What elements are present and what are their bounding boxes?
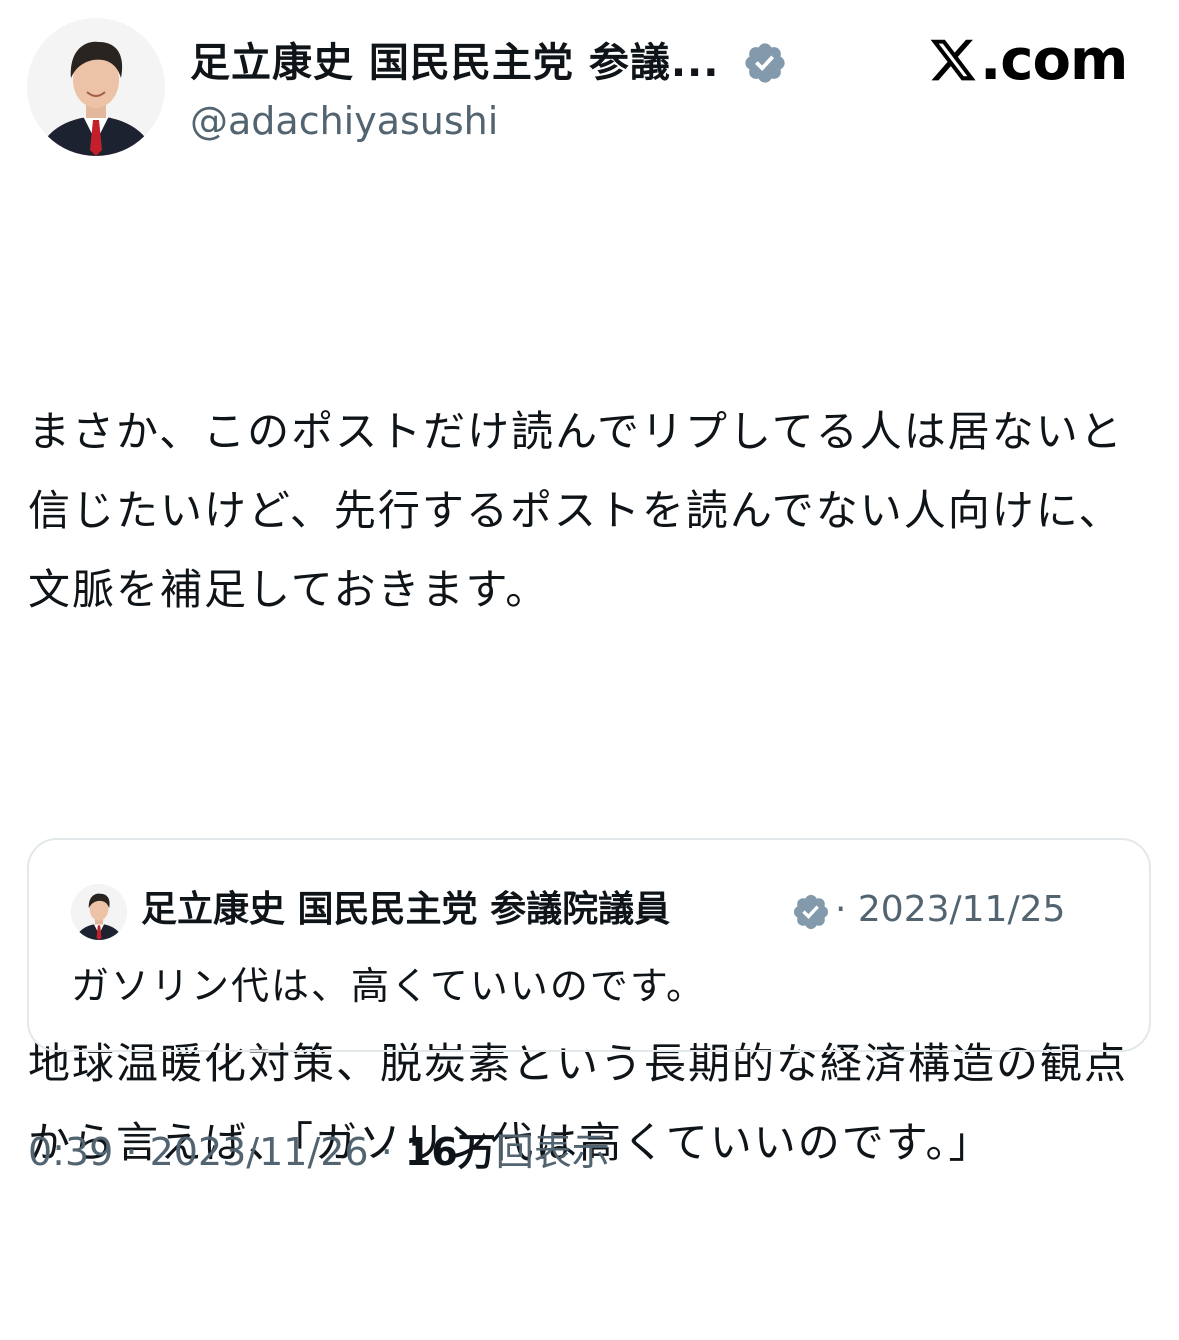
quoted-post-text: ガソリン代は、高くていいのです。 — [71, 964, 707, 1008]
author-avatar[interactable] — [27, 18, 165, 156]
quoted-post-card[interactable]: 足立康史 国民民主党 参議院議員 · 2023/11/25 ガソリン代は、高くて… — [27, 838, 1151, 1052]
x-logo-icon — [930, 39, 976, 81]
views-label: 回表示 — [495, 1130, 610, 1174]
quoted-verified-badge-icon — [793, 894, 829, 930]
post-metadata: 0:39 · 2023/11/26 · 16万回表示 — [28, 1126, 610, 1178]
post-time[interactable]: 0:39 — [28, 1130, 113, 1174]
x-com-logo: .com — [928, 27, 1128, 93]
quoted-author-name[interactable]: 足立康史 国民民主党 参議院議員 — [141, 886, 670, 934]
post-paragraph-1: まさか、このポストだけ読んでリプしてる人は居ないと信じたいけど、先行するポストを… — [28, 407, 1124, 614]
views-count[interactable]: 16万 — [405, 1130, 496, 1174]
verified-badge-icon — [745, 43, 785, 83]
quoted-author-avatar[interactable] — [71, 884, 127, 940]
site-logo-text: .com — [980, 27, 1128, 93]
quoted-avatar-image — [71, 884, 127, 940]
avatar-image — [27, 18, 165, 156]
meta-separator: · — [368, 1130, 405, 1174]
post: 足立康史 国民民主党 参議... @adachiyasushi .com まさか… — [0, 0, 1179, 1200]
post-date[interactable]: 2023/11/26 — [150, 1130, 369, 1174]
quoted-post-date[interactable]: · 2023/11/25 — [835, 886, 1065, 934]
author-name[interactable]: 足立康史 国民民主党 参議... — [190, 38, 719, 88]
meta-separator: · — [113, 1130, 150, 1174]
author-handle[interactable]: @adachiyasushi — [190, 98, 498, 144]
